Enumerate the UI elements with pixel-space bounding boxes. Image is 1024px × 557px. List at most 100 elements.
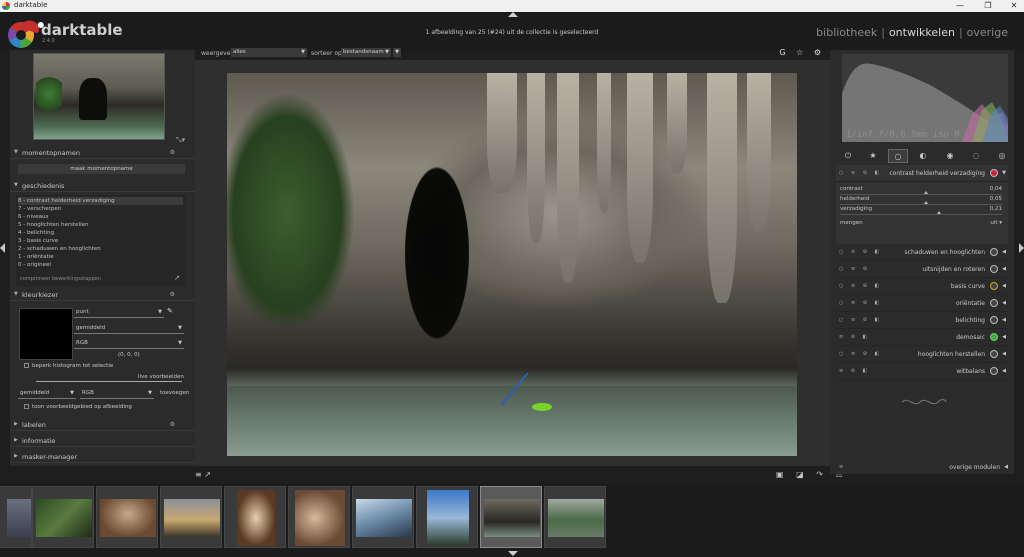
add-sample-button[interactable]: toevoegen — [160, 390, 189, 396]
slider-saturation[interactable]: verzadiging 0,21 — [840, 206, 1002, 216]
filmstrip-thumb-selected[interactable] — [480, 486, 542, 548]
right-panel: 1/inf f/0,0 0mm iso 0 ⏻ ★ ○ ◐ ◉ ◌ ◎ ○ ≡ … — [830, 50, 1014, 474]
view-library[interactable]: bibliotheek — [816, 26, 877, 39]
module-crop-rotate[interactable]: ○ ≡ ⊘ uitsnijden en roteren ◀ — [836, 261, 1008, 278]
filmstrip-thumb[interactable] — [0, 486, 32, 548]
close-button[interactable]: ✕ — [1000, 0, 1024, 12]
basic-group-icon[interactable]: ○ — [888, 149, 908, 163]
picker-stat-select[interactable]: gemiddeld ▼ — [74, 324, 184, 334]
module-icon — [990, 169, 998, 177]
picker-mode-select[interactable]: punt ▼ — [74, 308, 164, 318]
left-panel: ⤡▾ ▼ momentopnamen ⚙ maak momentopname ▼ ge… — [10, 50, 195, 466]
collapse-right-arrow-icon[interactable] — [1019, 243, 1024, 253]
section-colorpicker[interactable]: ▼ kleurkiezer ⚙ — [10, 289, 195, 301]
view-develop[interactable]: ontwikkelen — [889, 26, 955, 39]
end-ornament-icon — [901, 399, 947, 405]
filmstrip-thumb[interactable] — [416, 486, 478, 548]
filmstrip-thumb[interactable] — [96, 486, 158, 548]
history-item[interactable]: 0 - origineel — [18, 261, 183, 269]
picked-color-value: (0, 0, 0) — [118, 352, 140, 358]
module-header-colorbalance[interactable]: ○ ≡ ⊘ ◧ contrast helderheid verzadiging ▼ — [836, 165, 1008, 182]
create-style-icon[interactable]: ↗ — [174, 274, 180, 282]
color-group-icon[interactable]: ◉ — [940, 149, 960, 163]
maximize-button[interactable]: ❐ — [974, 0, 1002, 12]
reset-icon: ⚙ — [169, 291, 175, 298]
module-base-curve[interactable]: ○ ≡ ⊘ ◧ basis curve ◀ — [836, 278, 1008, 295]
main-image[interactable] — [227, 73, 797, 456]
eyedropper-icon[interactable]: ✎ — [167, 307, 173, 315]
show-filter-select[interactable]: alles ▼ — [231, 48, 307, 57]
favorites-icon[interactable]: ★ — [863, 149, 883, 163]
divider — [36, 381, 182, 382]
histogram[interactable]: 1/inf f/0,0 0mm iso 0 — [842, 54, 1008, 142]
view-other[interactable]: overige — [967, 26, 1008, 39]
history-item[interactable]: 6 - niveaus — [18, 213, 183, 221]
exif-info: 1/inf f/0,0 0mm iso 0 — [846, 130, 960, 140]
compress-history-button[interactable]: comprimeer bewerkingsstappen — [20, 276, 101, 282]
slider-brightness[interactable]: helderheid 0,05 — [840, 196, 1002, 206]
color-swatch — [19, 308, 73, 360]
history-item[interactable]: 4 - belichting — [18, 229, 183, 237]
effect-group-icon[interactable]: ◎ — [992, 149, 1012, 163]
filmstrip-thumb[interactable] — [224, 486, 286, 548]
window-title: darktable — [14, 1, 48, 9]
filter-bar: weergeven alles ▼ sorteer op bestandsnaam… — [195, 46, 830, 60]
app-icon — [2, 2, 10, 10]
filmstrip-thumb[interactable] — [544, 486, 606, 548]
module-groups: ⏻ ★ ○ ◐ ◉ ◌ ◎ — [836, 149, 1008, 163]
header: darktable 2.4.0 1 afbeelding van 25 (#24… — [0, 12, 1024, 50]
collapse-bottom-arrow-icon[interactable] — [508, 551, 518, 556]
section-tagging[interactable]: ▶ labelen ⚙ — [10, 419, 195, 431]
history-item[interactable]: 2 - schaduwen en hooglichten — [18, 245, 183, 253]
live-samples-label: live voorbeelden — [138, 374, 184, 380]
correct-group-icon[interactable]: ◌ — [966, 149, 986, 163]
section-image-information[interactable]: ▶ informatie — [10, 435, 195, 447]
tone-group-icon[interactable]: ◐ — [913, 149, 933, 163]
slider-contrast[interactable]: contrast 0,04 — [840, 186, 1002, 196]
app-version: 2.4.0 — [42, 38, 55, 44]
filmstrip-thumb[interactable] — [160, 486, 222, 548]
module-orientation[interactable]: ○ ≡ ⊘ ◧ oriëntatie ◀ — [836, 295, 1008, 312]
blend-mode-select[interactable]: mengen uit ▾ — [840, 220, 1002, 230]
history-item[interactable]: 5 - hooglichten herstellen — [18, 221, 183, 229]
sample-model-select[interactable]: RGB ▼ — [80, 389, 154, 399]
view-switcher: bibliotheek | ontwikkelen | overige — [816, 26, 1008, 39]
reset-icon: ⚙ — [169, 421, 175, 428]
reset-icon: ⚙ — [169, 149, 175, 156]
module-exposure[interactable]: ○ ≡ ⊘ ◧ belichting ◀ — [836, 312, 1008, 329]
sample-stat-select[interactable]: gemiddeld ▼ — [18, 389, 76, 399]
picker-model-select[interactable]: RGB ▼ — [74, 339, 184, 349]
kayak — [532, 403, 552, 411]
module-white-balance[interactable]: ≡ ⊘ ◧ witbalans ◀ — [836, 363, 1008, 380]
history-item[interactable]: 7 - verscherpen — [18, 205, 183, 213]
module-shadows-highlights[interactable]: ○ ≡ ⊘ ◧ schaduwen en hooglichten ◀ — [836, 244, 1008, 261]
show-sample-area-checkbox[interactable]: toon voorbeeldgebied op afbeelding — [24, 404, 132, 410]
section-mask-manager[interactable]: ▶ masker-manager — [10, 451, 195, 463]
history-item[interactable]: 3 - basis curve — [18, 237, 183, 245]
filmstrip-thumb[interactable] — [352, 486, 414, 548]
topbar-icons[interactable]: G ☆ ⚙ — [779, 48, 825, 57]
collapse-left-arrow-icon[interactable] — [0, 243, 5, 253]
filmstrip-thumb[interactable] — [32, 486, 94, 548]
zoom-fit-icon[interactable]: ⤡▾ — [176, 136, 185, 145]
bottom-left-icons[interactable]: ≡ ↗ — [195, 470, 211, 479]
history-item[interactable]: 1 - oriëntatie — [18, 253, 183, 261]
minimize-button[interactable]: — — [946, 0, 974, 12]
restrict-histogram-checkbox[interactable]: beperk histogram tot selectie — [24, 363, 113, 369]
module-highlight-reconstruction[interactable]: ○ ≡ ⊘ ◧ hooglichten herstellen ◀ — [836, 346, 1008, 363]
sort-select[interactable]: bestandsnaam ▼ — [341, 48, 391, 57]
history-item[interactable]: 8 - contrast helderheid verzadiging — [18, 197, 183, 205]
active-modules-icon[interactable]: ⏻ — [838, 149, 858, 163]
show-label: weergeven — [201, 50, 235, 57]
module-demosaic[interactable]: ≡ ⊘ ◧ demosaic ◀ — [836, 329, 1008, 346]
window-titlebar: darktable — ❐ ✕ — [0, 0, 1024, 12]
filmstrip — [0, 483, 1024, 557]
take-snapshot-button[interactable]: maak momentopname — [18, 164, 185, 174]
filmstrip-thumb[interactable] — [288, 486, 350, 548]
section-history[interactable]: ▼ geschiedenis — [10, 180, 195, 192]
more-modules[interactable]: ≡ overige modulen ◀ — [836, 462, 1008, 474]
sort-order-toggle[interactable]: ▼ — [393, 48, 401, 57]
navigation-thumbnail[interactable] — [33, 53, 165, 140]
collapse-top-arrow-icon[interactable] — [508, 12, 518, 17]
section-snapshots[interactable]: ▼ momentopnamen ⚙ — [10, 147, 195, 159]
